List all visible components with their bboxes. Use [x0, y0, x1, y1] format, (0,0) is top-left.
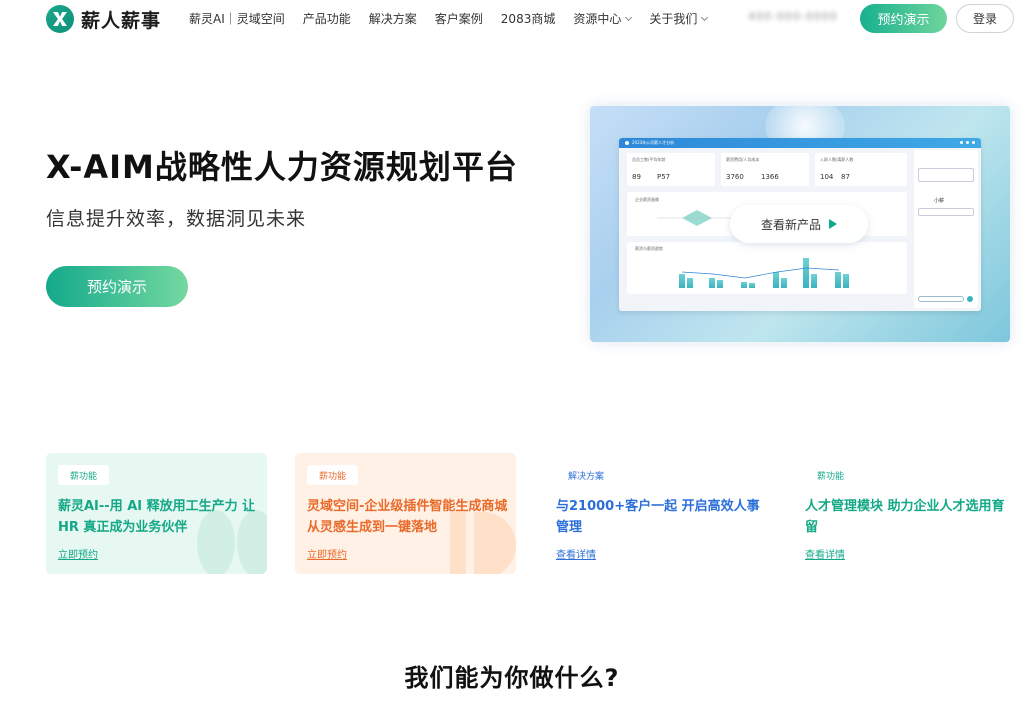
stat-label: 总员工数/平均年龄: [632, 157, 666, 162]
send-icon: [967, 296, 973, 302]
feature-card-customers[interactable]: 解决方案 与21000+客户一起 开启高效人事管理 查看详情: [544, 453, 765, 574]
stat-value-2: 1366: [761, 173, 779, 181]
feature-badge: 薪功能: [805, 465, 857, 485]
view-new-product-button[interactable]: 查看新产品: [730, 205, 868, 243]
product-preview[interactable]: 2023年公司薪人才分析 总员工数/平均年龄 89 P57 薪资费用/人均成本 …: [590, 106, 1010, 342]
ai-assistant-panel: 小薪: [914, 150, 978, 308]
top-navbar: 薪人薪事 薪灵AI｜灵域空间 产品功能 解决方案 客户案例 2083商城 资源中…: [0, 0, 1024, 38]
nav-item-about-label: 关于我们: [649, 12, 698, 26]
feature-badge: 解决方案: [556, 465, 617, 485]
hero-title: X-AIM战略性人力资源规划平台: [46, 148, 518, 186]
preview-window-bar: 2023年公司薪人才分析: [619, 138, 981, 148]
hero-book-demo-button[interactable]: 预约演示: [46, 266, 188, 307]
feature-title: 与21000+客户一起 开启高效人事管理: [556, 499, 760, 535]
feature-badge: 薪功能: [58, 465, 110, 485]
stat-card-employees: 总员工数/平均年龄 89 P57: [627, 153, 715, 186]
stat-card-hiring: 入职人数/离职人数 104 87: [815, 153, 907, 186]
nav-item-solutions[interactable]: 解决方案: [369, 10, 417, 27]
chevron-down-icon: [701, 13, 709, 21]
nav-item-products[interactable]: 产品功能: [303, 10, 351, 27]
assistant-name: 小薪: [934, 198, 945, 204]
stat-card-cost: 薪资费用/人均成本 3760 1366: [721, 153, 809, 186]
phone-number: 400-000-0000: [748, 10, 838, 23]
stat-value: 104: [820, 173, 834, 181]
preview-window-title: 2023年公司薪人才分析: [632, 140, 675, 145]
play-icon: [829, 219, 837, 229]
feature-link-book[interactable]: 立即预约: [307, 546, 347, 561]
stat-value-2: P57: [657, 173, 671, 181]
feature-badge: 薪功能: [307, 465, 359, 485]
trend-line-graphic: [681, 267, 840, 279]
nav-item-about[interactable]: 关于我们: [649, 10, 709, 27]
feature-title: 薪灵AI--用 AI 释放用工生产力 让 HR 真正成为业务伙伴: [58, 499, 256, 535]
brand-logo[interactable]: 薪人薪事: [46, 5, 161, 33]
login-button[interactable]: 登录: [956, 4, 1014, 33]
assistant-bubble: [918, 208, 974, 216]
nav-item-ai-space[interactable]: 薪灵AI｜灵域空间: [189, 10, 285, 27]
book-demo-button[interactable]: 预约演示: [860, 4, 947, 33]
stat-label: 薪资费用/人均成本: [726, 157, 760, 162]
stat-value: 3760: [726, 173, 744, 181]
feature-card-talent[interactable]: 薪功能 人才管理模块 助力企业人才选用育留 查看详情: [793, 453, 1014, 574]
window-dot-icon: [625, 141, 629, 145]
hero-subtitle: 信息提升效率，数据洞见未来: [46, 208, 307, 230]
section-title: 我们能为你做什么?: [404, 664, 620, 692]
chevron-down-icon: [625, 13, 633, 21]
stat-value-2: 87: [841, 173, 850, 181]
feature-title: 灵域空间-企业级插件智能生成商城 从灵感生成到一键落地: [307, 499, 508, 535]
nav-item-resources[interactable]: 资源中心: [573, 10, 633, 27]
nav-item-cases[interactable]: 客户案例: [435, 10, 483, 27]
nav-menu: 薪灵AI｜灵域空间 产品功能 解决方案 客户案例 2083商城 资源中心 关于我…: [189, 10, 725, 27]
logo-icon: [46, 5, 74, 33]
feature-card-plugin-mall[interactable]: 薪功能 灵域空间-企业级插件智能生成商城 从灵感生成到一键落地 立即预约: [295, 453, 516, 574]
stat-value: 89: [632, 173, 641, 181]
stat-label: 入职人数/离职人数: [820, 157, 854, 162]
window-controls: [957, 141, 975, 144]
view-new-product-label: 查看新产品: [760, 217, 821, 232]
nav-item-mall[interactable]: 2083商城: [501, 10, 556, 27]
assistant-bubble: [918, 168, 974, 182]
nav-item-resources-label: 资源中心: [573, 12, 622, 26]
feature-link-details[interactable]: 查看详情: [805, 546, 845, 561]
chart-card-trend: 薪资与薪资趋势: [627, 242, 907, 294]
feature-title: 人才管理模块 助力企业人才选用育留: [805, 499, 1005, 535]
brand-name: 薪人薪事: [81, 9, 162, 32]
feature-link-details[interactable]: 查看详情: [556, 546, 596, 561]
feature-card-ai[interactable]: 薪功能 薪灵AI--用 AI 释放用工生产力 让 HR 真正成为业务伙伴 立即预…: [46, 453, 267, 574]
assistant-input: [918, 296, 964, 302]
feature-link-book[interactable]: 立即预约: [58, 546, 98, 561]
